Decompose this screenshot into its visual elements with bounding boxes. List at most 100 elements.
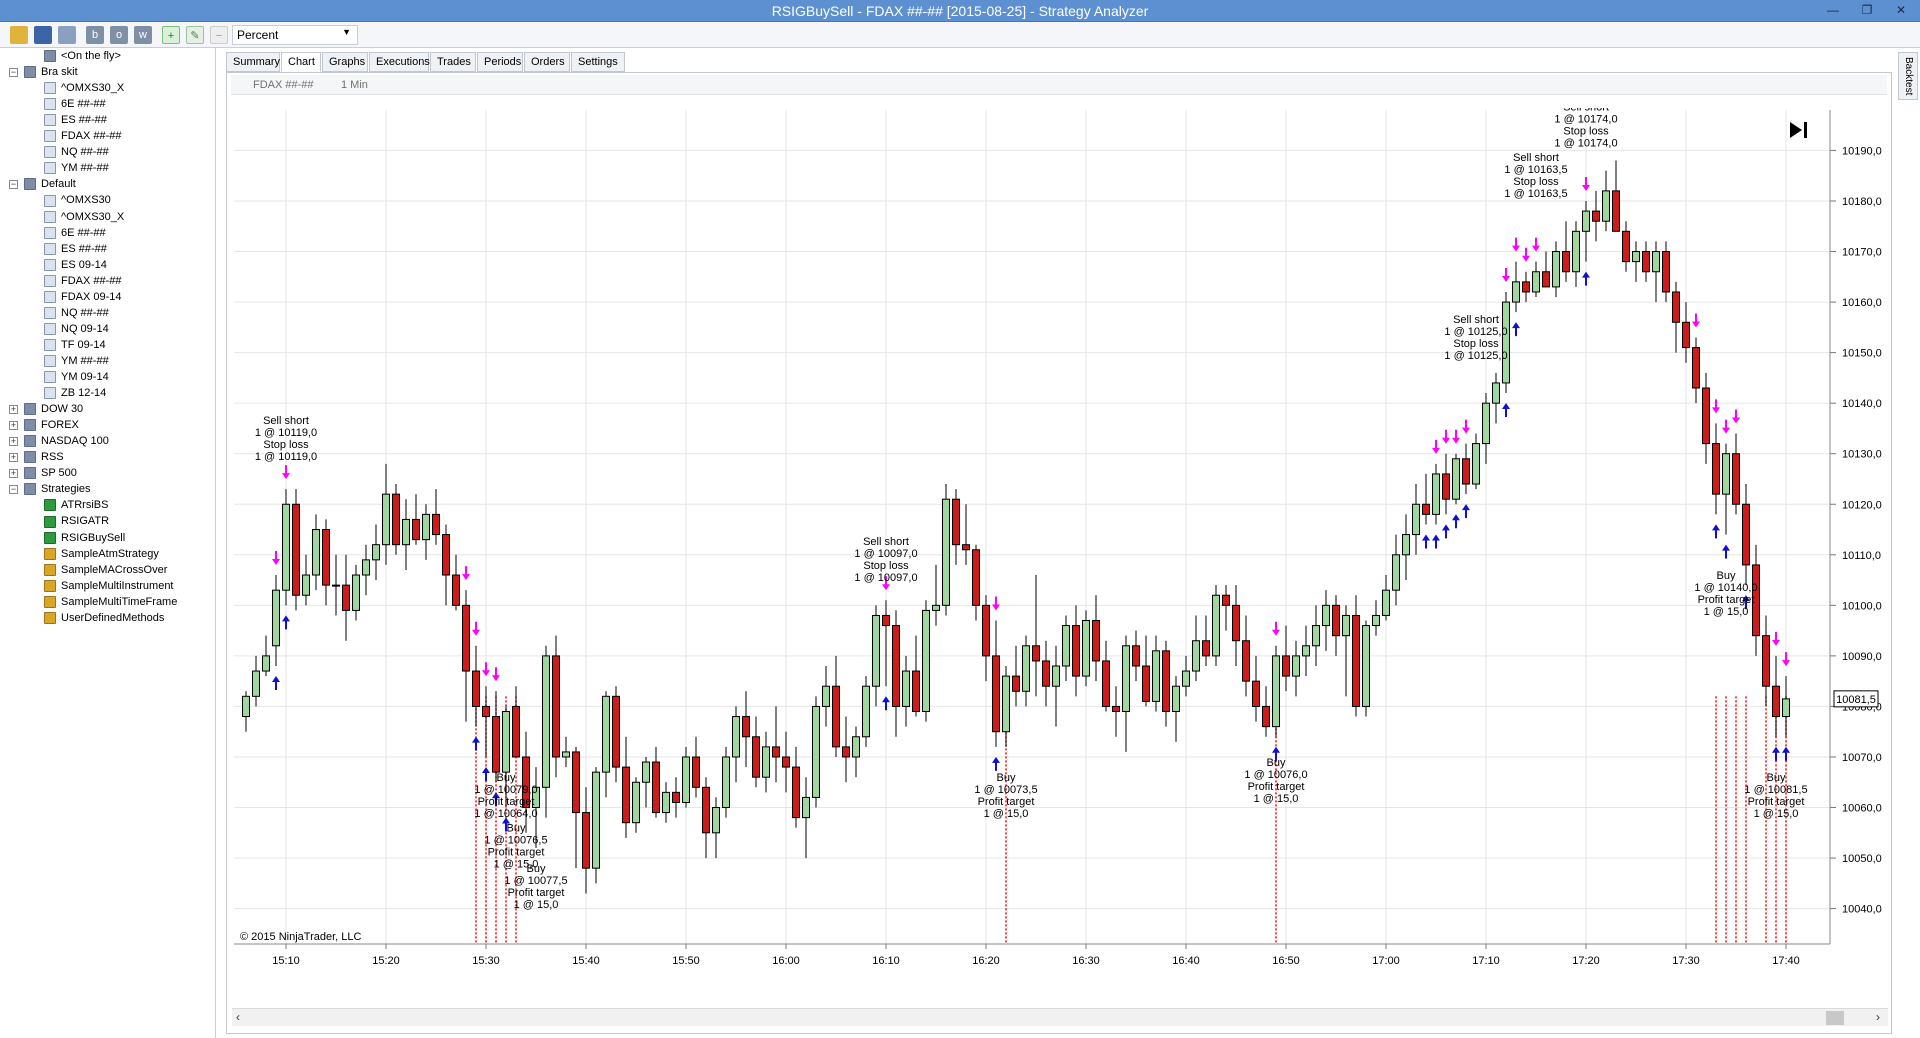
collapse-icon[interactable]: − [9, 67, 18, 77]
collapse-icon[interactable]: − [9, 179, 18, 189]
title-bar: RSIGBuySell - FDAX ##-## [2015-08-25] - … [0, 0, 1920, 22]
tree-item[interactable]: TF 09-14 [44, 338, 106, 355]
print-icon[interactable] [58, 26, 76, 44]
tree-item[interactable]: 6E ##-## [44, 226, 106, 243]
expand-icon[interactable]: + [9, 404, 18, 414]
tree-item[interactable]: YM ##-## [44, 162, 109, 178]
tab-executions[interactable]: Executions [369, 52, 430, 72]
tab-summary[interactable]: Summary [226, 52, 280, 72]
tree-item[interactable]: + DOW 30 [9, 403, 83, 419]
tree-item[interactable]: FDAX ##-## [44, 130, 122, 146]
instrument-selector[interactable]: FDAX ##-## [253, 79, 314, 91]
display-unit-select[interactable]: Percent ▼ [232, 25, 358, 45]
candle-down [952, 498, 960, 546]
tree-item[interactable]: + NASDAQ 100 [9, 435, 109, 451]
tree-item[interactable]: NQ 09-14 [44, 322, 109, 339]
tree-item[interactable]: SampleAtmStrategy [44, 547, 159, 564]
tree-item[interactable]: + RSS [9, 451, 64, 467]
tree-item[interactable]: ^OMXS30 [44, 194, 111, 210]
backtest-icon[interactable]: b [86, 26, 104, 44]
collapse-icon[interactable]: − [9, 484, 18, 494]
tree-item[interactable]: RSIGBuySell [44, 531, 125, 548]
tree-item[interactable]: SampleMultiInstrument [44, 579, 174, 596]
tree-item[interactable]: − Bra skit [9, 66, 78, 82]
tree-item[interactable]: ZB 12-14 [44, 387, 106, 403]
candle-up [592, 771, 600, 869]
tab-orders[interactable]: Orders [524, 52, 570, 72]
tab-graphs[interactable]: Graphs [322, 52, 368, 72]
tree-item[interactable]: ^OMXS30_X [44, 82, 124, 98]
candle-down [1232, 604, 1240, 642]
buy-arrow-icon [1462, 504, 1470, 519]
horizontal-scrollbar[interactable]: ‹ › [232, 1008, 1888, 1026]
expand-icon[interactable]: + [9, 436, 18, 446]
open-folder-icon[interactable] [10, 26, 28, 44]
tab-settings[interactable]: Settings [571, 52, 625, 72]
tree-item[interactable]: ATRrsiBS [44, 499, 108, 515]
tab-trades[interactable]: Trades [430, 52, 476, 72]
restore-button[interactable]: ❐ [1852, 0, 1882, 20]
add-icon[interactable]: + [162, 26, 180, 44]
interval-selector[interactable]: 1 Min [341, 79, 368, 91]
tree-item[interactable]: RSIGATR [44, 515, 109, 531]
y-tick-label: 10110,0 [1842, 550, 1881, 562]
trade-annotation: 1 @ 10073,5 [974, 784, 1037, 796]
main-toolbar: b o w + ✎ − Percent ▼ [0, 22, 1920, 48]
scroll-left-icon[interactable]: ‹ [236, 1010, 240, 1024]
tree-item[interactable]: FDAX ##-## [44, 274, 122, 291]
tab-backtest-side[interactable]: Backtest [1898, 52, 1918, 100]
tree-item[interactable]: − Default [9, 178, 76, 194]
tree-item[interactable]: <On the fly> [44, 50, 121, 66]
tree-item[interactable]: + SP 500 [9, 467, 77, 483]
candle-up [642, 761, 650, 783]
tree-item-label: NQ ##-## [61, 146, 109, 159]
candle-up [902, 670, 910, 707]
scrollbar-thumb[interactable] [1826, 1011, 1844, 1025]
instrument-icon [44, 162, 56, 175]
expand-icon[interactable]: + [9, 468, 18, 478]
candle-up [1002, 675, 1010, 733]
tree-item[interactable]: NQ ##-## [44, 146, 109, 162]
candle-down [1542, 271, 1550, 288]
instrument-icon [44, 338, 56, 351]
tree-item[interactable]: ES ##-## [44, 114, 107, 130]
save-icon[interactable] [34, 26, 52, 44]
trade-annotation: Buy [507, 823, 526, 835]
candle-up [502, 710, 510, 773]
tree-item[interactable]: SampleMultiTimeFrame [44, 595, 177, 612]
tree-item[interactable]: NQ ##-## [44, 306, 109, 323]
edit-icon[interactable]: ✎ [186, 26, 204, 44]
walkforward-icon[interactable]: w [134, 26, 152, 44]
tree-item[interactable]: 6E ##-## [44, 98, 106, 114]
tab-periods[interactable]: Periods [477, 52, 523, 72]
trade-annotation: Stop loss [863, 560, 909, 572]
tree-item[interactable]: YM 09-14 [44, 371, 109, 387]
trade-annotation: Sell short [863, 536, 909, 548]
tree-item[interactable]: + FOREX [9, 419, 79, 435]
instrument-icon [44, 130, 56, 143]
close-button[interactable]: ✕ [1886, 0, 1916, 20]
tree-item[interactable]: ^OMXS30_X [44, 210, 124, 227]
optimize-icon[interactable]: o [110, 26, 128, 44]
minimize-button[interactable]: — [1818, 0, 1848, 20]
trade-annotation: 1 @ 10125,0 [1444, 326, 1507, 338]
tree-item[interactable]: − Strategies [9, 483, 91, 499]
price-chart[interactable]: 10040,010050,010060,010070,010080,010090… [230, 108, 1882, 978]
tab-chart[interactable]: Chart [281, 52, 321, 72]
candle-up [922, 609, 930, 712]
scroll-right-icon[interactable]: › [1876, 1010, 1880, 1024]
remove-icon[interactable]: − [210, 26, 228, 44]
trade-annotation: Stop loss [1513, 176, 1559, 188]
tree-item[interactable]: FDAX 09-14 [44, 290, 122, 307]
tree-item[interactable]: UserDefinedMethods [44, 611, 164, 628]
tree-item[interactable]: ES ##-## [44, 242, 107, 259]
side-tab-label: Backtest [1903, 57, 1914, 96]
candle-up [332, 584, 340, 587]
tree-item[interactable]: YM ##-## [44, 355, 109, 371]
tree-item[interactable]: SampleMACrossOver [44, 563, 167, 580]
expand-icon[interactable]: + [9, 452, 18, 462]
tree-item[interactable]: ES 09-14 [44, 258, 107, 275]
sell-arrow-icon [1462, 419, 1470, 434]
expand-icon[interactable]: + [9, 420, 18, 430]
x-tick-label: 16:20 [972, 955, 1000, 967]
